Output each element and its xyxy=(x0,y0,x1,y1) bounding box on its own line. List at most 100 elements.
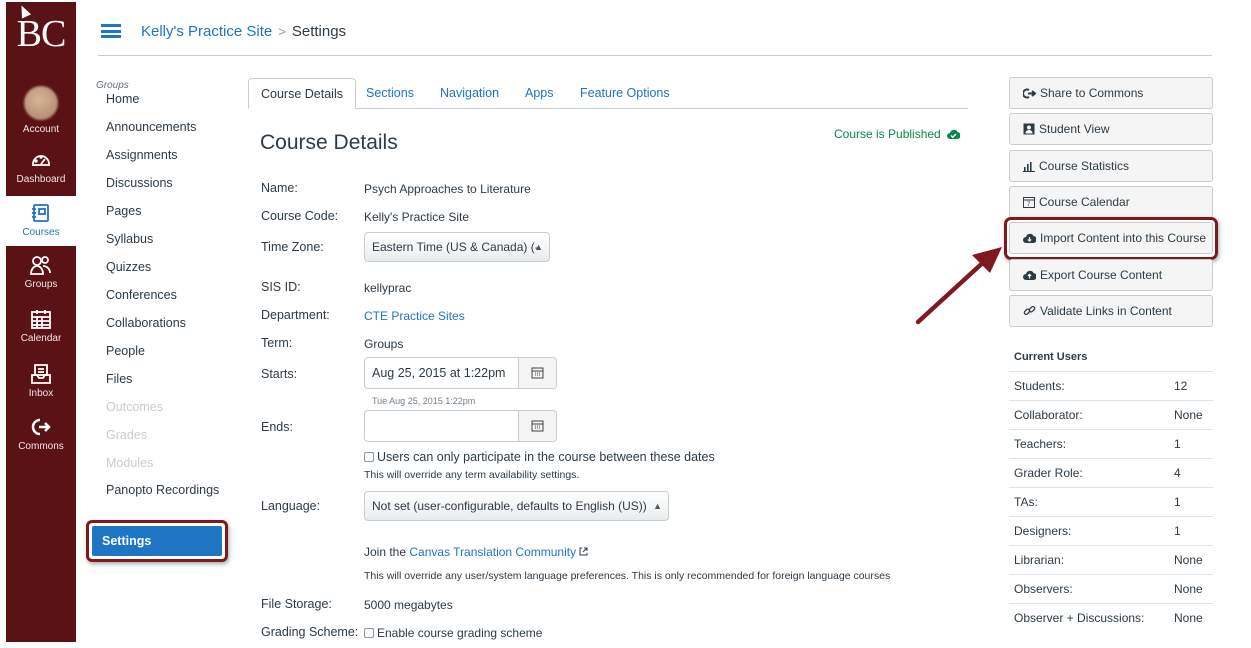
language-select[interactable]: Not set (user-configurable, defaults to … xyxy=(364,491,669,521)
table-row: TAs: 1 xyxy=(1009,487,1213,516)
time-zone-label: Time Zone: xyxy=(261,240,324,254)
translation-community-link[interactable]: Canvas Translation Community xyxy=(409,545,576,559)
nav-dashboard[interactable]: Dashboard xyxy=(6,149,76,185)
course-statistics-button[interactable]: Course Statistics xyxy=(1009,150,1213,182)
table-row: Librarian: None xyxy=(1009,545,1213,574)
starts-date-input[interactable]: Aug 25, 2015 at 1:22pm xyxy=(364,357,557,389)
calendar-icon xyxy=(31,310,51,329)
starts-date-hint: Tue Aug 25, 2015 1:22pm xyxy=(372,396,476,406)
tab-navigation[interactable]: Navigation xyxy=(440,78,499,109)
tab-feature-options[interactable]: Feature Options xyxy=(580,78,670,109)
language-note: This will override any user/system langu… xyxy=(364,570,891,582)
courses-icon xyxy=(32,204,49,222)
select-arrows-icon: ▲▼ xyxy=(534,242,543,252)
nav-groups[interactable]: Groups xyxy=(6,254,76,290)
dashboard-icon xyxy=(32,155,50,166)
page-title: Course Details xyxy=(260,131,398,154)
published-status: Course is Published xyxy=(834,127,961,141)
course-nav-outcomes: Outcomes xyxy=(106,400,163,414)
restrict-dates-row[interactable]: Users can only participate in the course… xyxy=(364,450,715,464)
starts-calendar-button[interactable] xyxy=(518,358,556,388)
settings-highlight: Settings xyxy=(86,520,228,562)
hamburger-menu-icon[interactable] xyxy=(101,24,121,38)
nav-courses[interactable]: Courses xyxy=(6,196,76,246)
breadcrumb-site-link[interactable]: Kelly's Practice Site xyxy=(141,23,272,40)
table-row: Observers: None xyxy=(1009,574,1213,603)
time-zone-select[interactable]: Eastern Time (US & Canada) (-▲▼ xyxy=(364,232,550,262)
department-link[interactable]: CTE Practice Sites xyxy=(364,309,465,323)
cloud-check-icon xyxy=(947,129,961,140)
table-row: Students: 12 xyxy=(1009,371,1213,400)
course-nav-syllabus[interactable]: Syllabus xyxy=(96,229,231,257)
course-nav-conferences[interactable]: Conferences xyxy=(96,285,231,313)
calendar-icon xyxy=(531,367,544,379)
tab-apps[interactable]: Apps xyxy=(525,78,554,109)
share-to-commons-button[interactable]: Share to Commons xyxy=(1009,77,1213,109)
external-link-icon xyxy=(579,547,588,556)
course-nav-panopto[interactable]: Panopto Recordings xyxy=(96,481,231,519)
ends-calendar-button[interactable] xyxy=(518,411,556,441)
table-row: Teachers: 1 xyxy=(1009,429,1213,458)
course-nav-quizzes[interactable]: Quizzes xyxy=(96,257,231,285)
nav-commons[interactable]: Commons xyxy=(6,416,76,452)
export-course-content-button[interactable]: Export Course Content xyxy=(1009,259,1213,291)
course-nav-assignments[interactable]: Assignments xyxy=(96,145,231,173)
bc-logo[interactable]: BC xyxy=(6,12,76,56)
course-code-value[interactable]: Kelly's Practice Site xyxy=(364,210,469,224)
course-nav-modules: Modules xyxy=(106,456,154,470)
term-value: Groups xyxy=(364,337,404,351)
course-nav-collaborations[interactable]: Collaborations xyxy=(96,313,231,341)
breadcrumb-current: Settings xyxy=(291,23,347,40)
term-label: Term: xyxy=(261,336,293,350)
course-nav-pages[interactable]: Pages xyxy=(96,201,231,229)
student-view-button[interactable]: Student View xyxy=(1009,113,1213,145)
calendar-icon: 7 xyxy=(1023,197,1035,208)
course-nav-announcements[interactable]: Announcements xyxy=(96,117,231,145)
breadcrumb: Kelly's Practice Site > Settings xyxy=(141,23,346,40)
student-view-icon xyxy=(1023,123,1035,135)
course-nav-files[interactable]: Files xyxy=(96,369,231,397)
cloud-upload-icon xyxy=(1023,270,1037,281)
table-row: Collaborator: None xyxy=(1009,400,1213,429)
tab-sections[interactable]: Sections xyxy=(366,78,414,109)
nav-calendar[interactable]: Calendar xyxy=(6,308,76,344)
starts-label: Starts: xyxy=(261,367,298,381)
share-icon xyxy=(1022,88,1037,99)
statistics-icon xyxy=(1023,162,1035,172)
course-navigation: Groups Home Announcements Assignments Di… xyxy=(86,80,231,562)
department-label: Department: xyxy=(261,308,330,322)
current-users-title: Current Users xyxy=(1014,351,1088,363)
page-header: Kelly's Practice Site > Settings xyxy=(98,16,1212,56)
nav-inbox[interactable]: Inbox xyxy=(6,363,76,399)
file-storage-value[interactable]: 5000 megabytes xyxy=(364,598,453,612)
table-row: Grader Role: 4 xyxy=(1009,458,1213,487)
restrict-dates-note: This will override any term availability… xyxy=(364,469,580,481)
course-nav-home[interactable]: Home xyxy=(96,89,231,117)
course-nav-people[interactable]: People xyxy=(96,341,231,369)
course-name-value[interactable]: Psych Approaches to Literature xyxy=(364,182,531,196)
tab-course-details[interactable]: Course Details xyxy=(248,78,356,109)
restrict-dates-checkbox[interactable] xyxy=(364,452,374,462)
calendar-icon xyxy=(531,420,544,432)
course-nav-settings[interactable]: Settings xyxy=(92,526,222,556)
settings-tabs: Course Details Sections Navigation Apps … xyxy=(248,78,968,109)
language-label: Language: xyxy=(261,499,321,513)
breadcrumb-separator: > xyxy=(278,24,286,39)
course-nav-grades: Grades xyxy=(106,428,147,442)
sis-id-value[interactable]: kellyprac xyxy=(364,281,411,295)
current-users-table: Students: 12 Collaborator: None Teachers: 1… xyxy=(1009,371,1213,632)
avatar xyxy=(24,86,58,120)
name-label: Name: xyxy=(261,181,298,195)
select-arrows-icon: ▲▼ xyxy=(653,501,662,511)
groups-icon xyxy=(30,256,51,275)
course-nav-discussions[interactable]: Discussions xyxy=(96,173,231,201)
grading-scheme-row[interactable]: Enable course grading scheme xyxy=(364,626,542,640)
link-icon xyxy=(1023,305,1036,316)
published-label: Course is Published xyxy=(834,127,941,141)
nav-account[interactable]: Account xyxy=(6,86,76,135)
ends-date-input[interactable] xyxy=(364,410,557,442)
course-calendar-button[interactable]: 7 Course Calendar xyxy=(1009,186,1213,218)
grading-scheme-checkbox[interactable] xyxy=(364,628,374,638)
validate-links-button[interactable]: Validate Links in Content xyxy=(1009,295,1213,327)
grading-scheme-label: Grading Scheme: xyxy=(261,625,359,639)
